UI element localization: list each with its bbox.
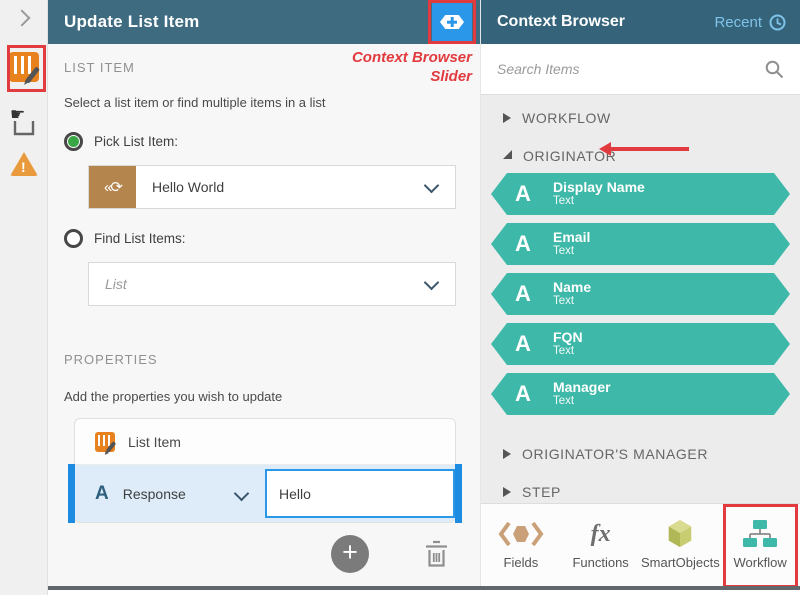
context-browser-panel: Context Browser Recent WORKFLOW ORIGINA — [480, 0, 800, 586]
collapsed-triangle-icon — [503, 449, 511, 459]
warning-triangle-icon — [10, 152, 38, 176]
context-browser-title: Context Browser — [497, 13, 714, 31]
tree-section-step[interactable]: STEP — [481, 475, 800, 503]
tree-section-originator[interactable]: ORIGINATOR — [481, 139, 800, 173]
find-list-items-radio-row[interactable]: Find List Items: — [64, 229, 456, 248]
property-row-response-selected[interactable]: A Response — [75, 465, 455, 522]
pick-list-dropdown-value: Hello World — [152, 179, 224, 195]
properties-description: Add the properties you wish to update — [64, 389, 456, 404]
hexagon-plus-icon — [440, 15, 464, 29]
clock-icon[interactable] — [769, 14, 786, 31]
pick-radio-selected[interactable] — [64, 132, 83, 151]
list-pencil-icon — [95, 432, 115, 452]
search-input[interactable] — [497, 61, 765, 77]
text-a-icon: A — [95, 483, 109, 505]
search-icon[interactable] — [765, 60, 784, 79]
context-browser-header: Context Browser Recent — [481, 0, 800, 44]
response-value-input[interactable] — [265, 469, 455, 518]
workflow-designer-window: ☛ Update List Item Context Browser Slide… — [0, 0, 800, 595]
trash-icon — [423, 539, 450, 570]
tab-smartobjects[interactable]: SmartObjects — [641, 504, 721, 586]
annotation-label-slider: Context Browser Slider — [352, 48, 472, 86]
toolbar-hand-select-button[interactable]: ☛ — [0, 104, 48, 138]
toolbar-warning-button[interactable] — [0, 152, 48, 176]
chevron-down-icon — [424, 275, 440, 291]
text-a-icon: A — [515, 281, 539, 307]
chevron-down-icon — [424, 178, 440, 194]
context-field-name[interactable]: A Name Text — [491, 273, 790, 315]
pick-list-dropdown[interactable]: «⟳ Hello World — [88, 165, 456, 209]
tab-workflow[interactable]: Workflow — [720, 504, 800, 586]
pick-list-item-radio-row[interactable]: Pick List Item: — [64, 132, 456, 151]
toolbar-update-list-item-button[interactable] — [0, 52, 48, 82]
text-a-icon: A — [515, 181, 539, 207]
panel-title: Update List Item — [64, 12, 199, 32]
find-radio-unselected[interactable] — [64, 229, 83, 248]
properties-actions: + — [64, 535, 456, 573]
add-property-button[interactable]: + — [331, 535, 369, 573]
find-radio-label: Find List Items: — [94, 231, 186, 246]
svg-text:☛: ☛ — [10, 105, 25, 125]
panel-header: Update List Item — [48, 0, 480, 44]
context-tree: WORKFLOW ORIGINATOR A Display Name Text … — [481, 95, 800, 503]
panel-body: Context Browser Slider LIST ITEM Select … — [48, 44, 480, 587]
org-chart-icon — [742, 520, 778, 548]
context-browser-slider-button[interactable] — [432, 3, 472, 41]
expanded-triangle-icon — [503, 150, 512, 159]
tree-section-originators-manager[interactable]: ORIGINATOR'S MANAGER — [481, 437, 800, 471]
search-bar — [481, 44, 800, 95]
property-row-list-item[interactable]: List Item — [75, 419, 455, 465]
delete-property-button[interactable] — [423, 539, 450, 570]
fx-icon: fx — [591, 520, 611, 548]
pick-radio-label: Pick List Item: — [94, 134, 178, 149]
tree-section-workflow[interactable]: WORKFLOW — [481, 101, 800, 135]
hand-select-icon: ☛ — [9, 104, 39, 138]
context-field-display-name[interactable]: A Display Name Text — [491, 173, 790, 215]
collapsed-triangle-icon — [503, 113, 511, 123]
context-field-fqn[interactable]: A FQN Text — [491, 323, 790, 365]
property-row-label: List Item — [128, 434, 181, 450]
tab-fields[interactable]: Fields — [481, 504, 561, 586]
collapsed-triangle-icon — [503, 487, 511, 497]
tab-functions[interactable]: fx Functions — [561, 504, 641, 586]
text-a-icon: A — [515, 331, 539, 357]
fields-hexagon-icon — [498, 520, 544, 548]
text-a-icon: A — [515, 231, 539, 257]
originator-fields: A Display Name Text A Email Text A — [491, 173, 790, 415]
window-bottom-edge — [48, 586, 800, 590]
cube-icon — [664, 520, 696, 548]
expand-panel-chevron-icon[interactable] — [14, 10, 31, 27]
context-field-email[interactable]: A Email Text — [491, 223, 790, 265]
list-item-description: Select a list item or find multiple item… — [64, 95, 456, 110]
update-list-item-panel: Update List Item Context Browser Slider … — [48, 0, 480, 595]
properties-list: List Item A Response — [74, 418, 456, 523]
list-pencil-icon — [9, 52, 39, 82]
recent-link[interactable]: Recent — [714, 14, 762, 31]
chevron-down-icon[interactable] — [234, 486, 250, 502]
left-toolbar: ☛ — [0, 0, 48, 595]
property-row-label: Response — [123, 486, 186, 502]
find-list-dropdown-placeholder: List — [105, 276, 127, 292]
text-a-icon: A — [515, 381, 539, 407]
find-list-dropdown[interactable]: List — [88, 262, 456, 306]
smartobject-item-icon: «⟳ — [89, 166, 136, 208]
context-browser-footer: Fields fx Functions SmartObjects — [481, 503, 800, 586]
properties-heading: PROPERTIES — [64, 352, 456, 367]
context-field-manager[interactable]: A Manager Text — [491, 373, 790, 415]
